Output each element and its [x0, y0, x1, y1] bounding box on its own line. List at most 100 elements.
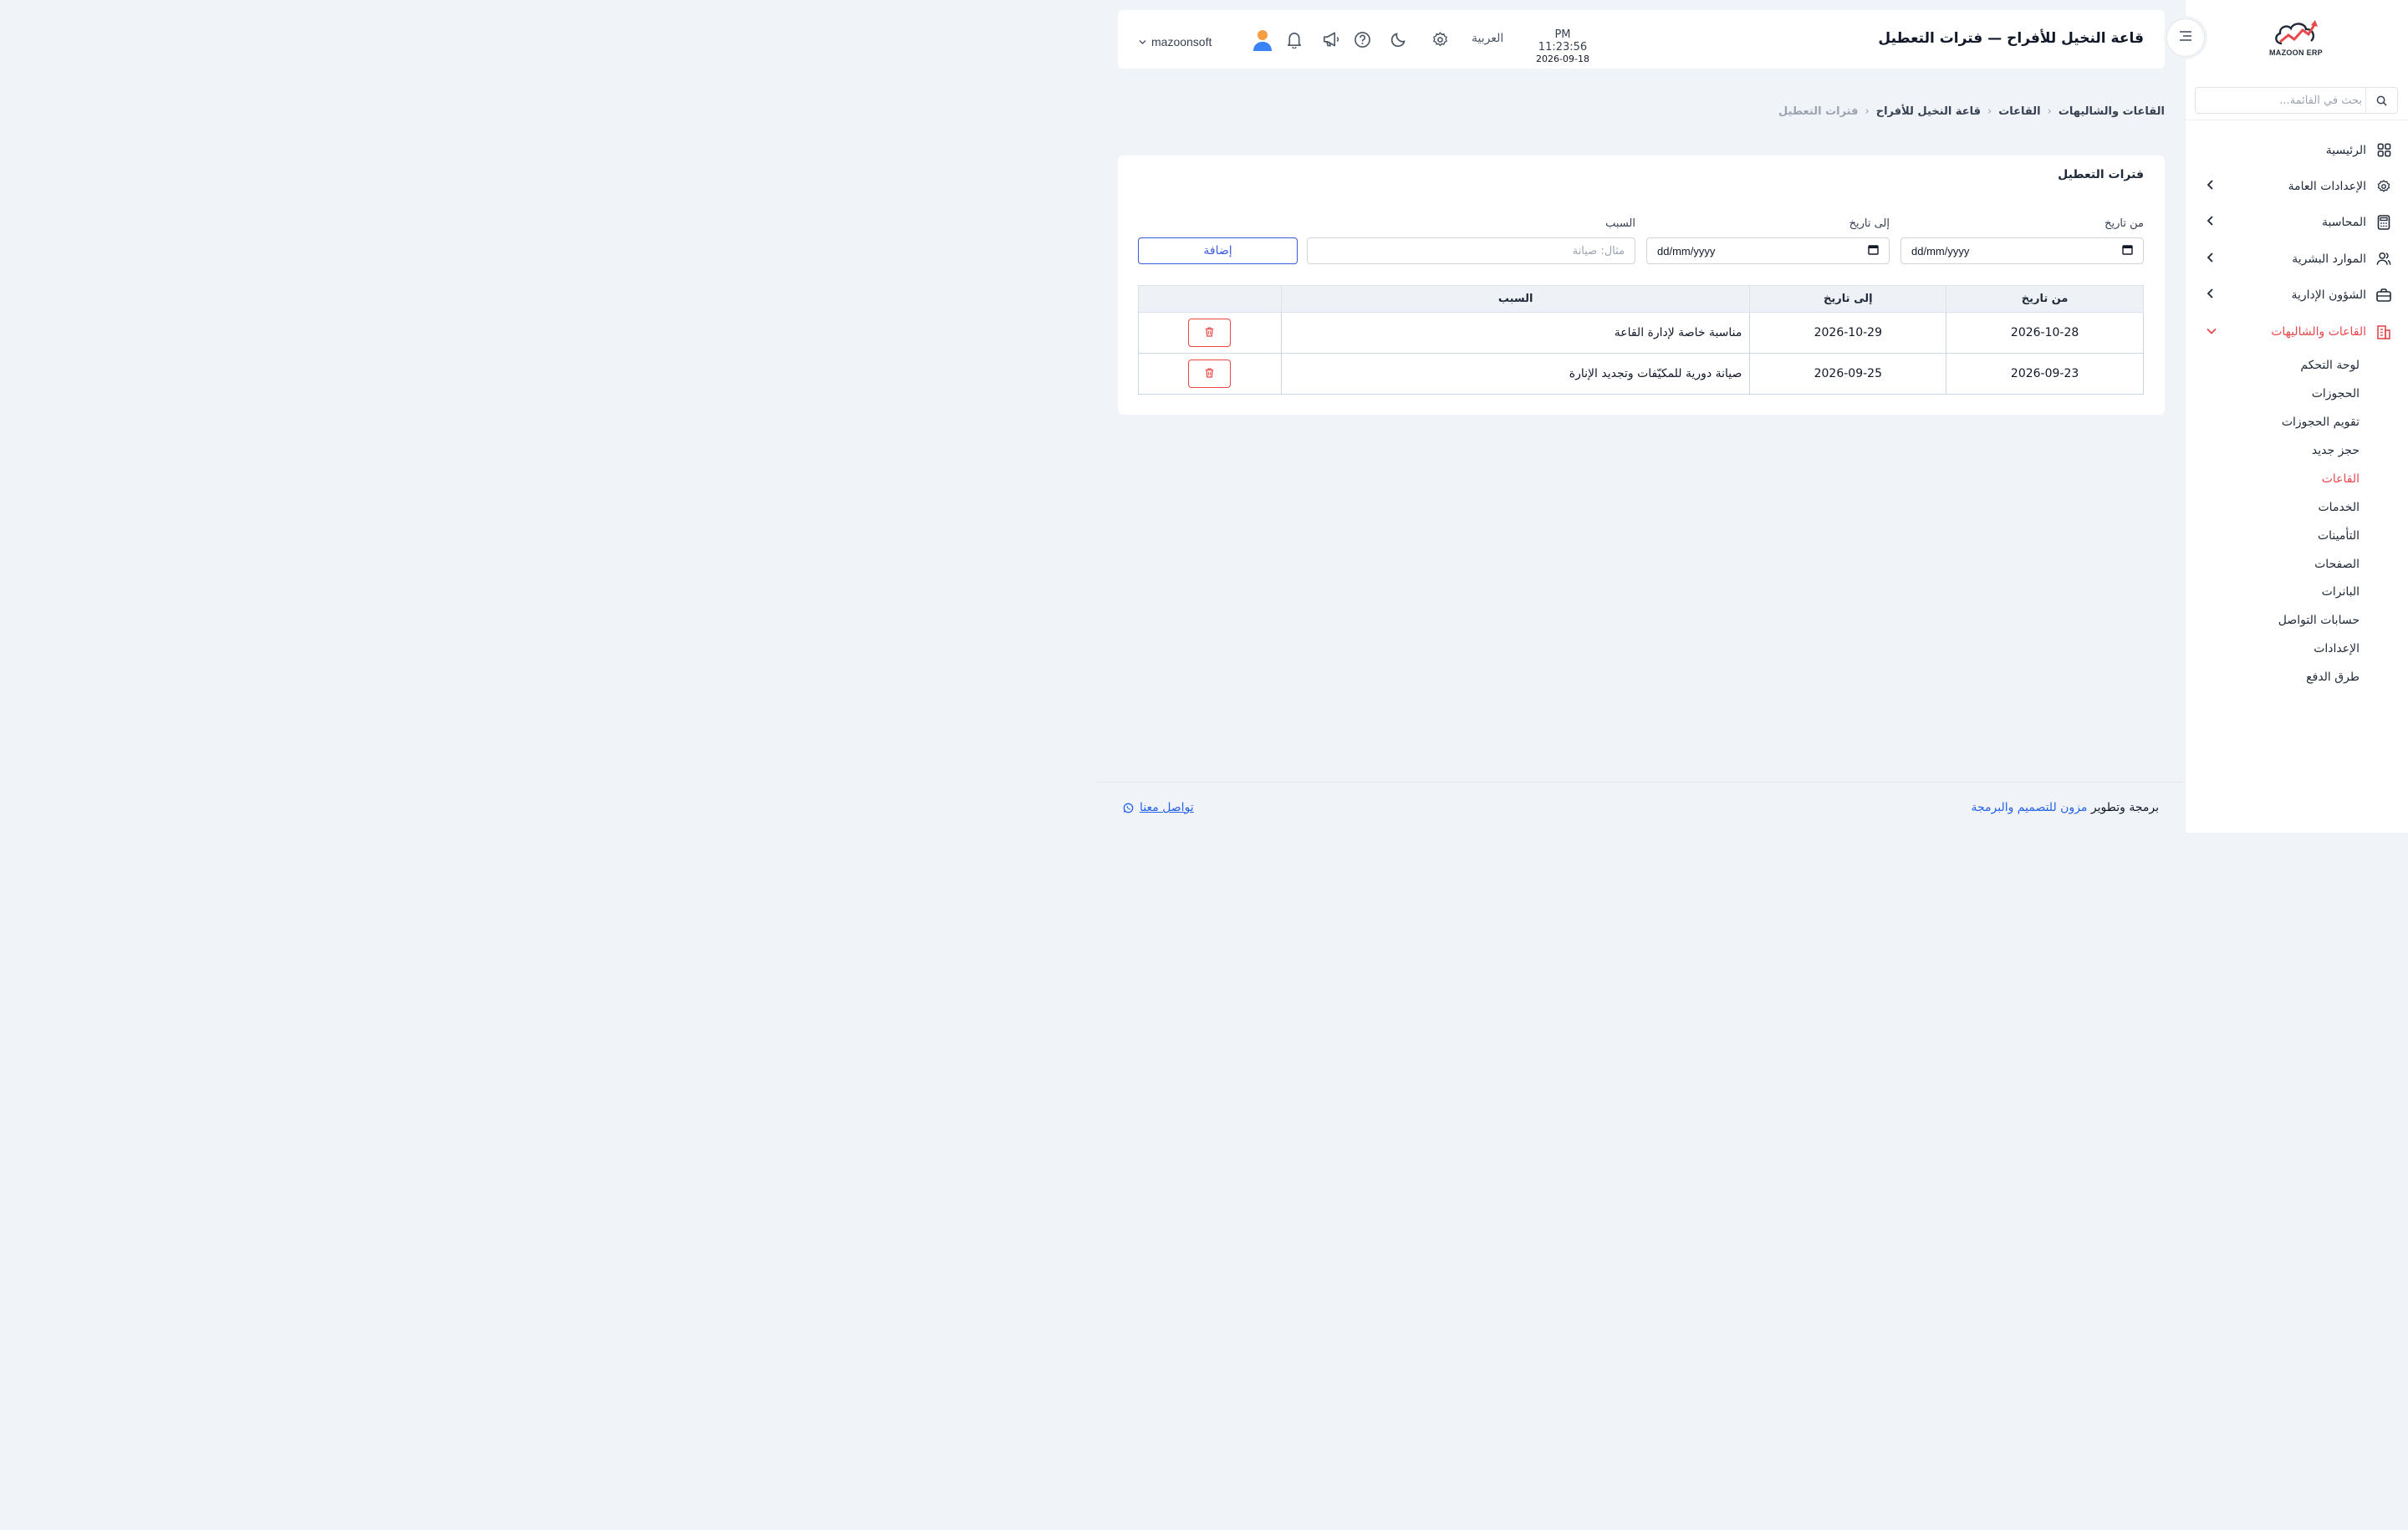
chevron-left-icon — [2206, 288, 2215, 302]
sidebar-item-hr[interactable]: الموارد البشرية — [2185, 241, 2408, 277]
clock-time: PM 11:23:56 — [1538, 28, 1588, 54]
sidebar-item-accounting[interactable]: المحاسبة — [2185, 205, 2408, 241]
table-row: 2026-10-28 2026-10-29 مناسبة خاصة لإدارة… — [1138, 312, 2144, 354]
megaphone-icon[interactable] — [1321, 30, 1339, 48]
reason-input[interactable] — [1308, 239, 1635, 263]
briefcase-icon — [2376, 288, 2391, 303]
bell-icon[interactable] — [1285, 30, 1303, 48]
table-header-row: من تاريخ إلى تاريخ السبب — [1138, 285, 2144, 313]
users-icon — [2376, 252, 2391, 267]
cell-from-date: 2026-09-23 — [1946, 353, 2144, 395]
gear-icon[interactable] — [1431, 30, 1449, 48]
search-icon[interactable] — [2365, 88, 2397, 113]
chevron-left-icon — [2206, 252, 2215, 266]
column-header-actions — [1138, 285, 1282, 313]
language-switcher[interactable]: العربية — [1472, 32, 1503, 45]
breadcrumb-item[interactable]: القاعات والشاليهات — [2059, 105, 2165, 118]
sidebar: MAZOON ERP الرئيسية الإعدادات العامة الم… — [2185, 0, 2408, 833]
chevron-down-icon — [1139, 36, 1146, 48]
sidebar-item-label: الشؤون الإدارية — [2291, 288, 2366, 303]
calculator-icon — [2376, 215, 2391, 231]
sidebar-search — [2195, 87, 2398, 114]
sidebar-item-admin-affairs[interactable]: الشؤون الإدارية — [2185, 278, 2408, 314]
reason-field — [1307, 237, 1635, 264]
reason-label: السبب — [1605, 217, 1635, 230]
logo-text: MAZOON ERP — [2268, 48, 2323, 57]
building-icon — [2376, 324, 2391, 339]
sidebar-subitem-bookings-calendar[interactable]: تقويم الحجوزات — [2185, 408, 2408, 436]
blackout-periods-card: فترات التعطيل من تاريخ dd/mm/yyyy إلى تا… — [1118, 156, 2165, 415]
from-date-value: dd/mm/yyyy — [1911, 244, 1970, 258]
sidebar-submenu: لوحة التحكم الحجوزات تقويم الحجوزات حجز … — [2185, 349, 2408, 691]
gear-icon — [2376, 179, 2391, 194]
sidebar-subitem-new-booking[interactable]: حجز جديد — [2185, 436, 2408, 465]
from-date-input[interactable]: dd/mm/yyyy — [1900, 237, 2144, 264]
user-menu[interactable]: mazoonsoft — [1139, 28, 1273, 55]
sidebar-nav: الرئيسية الإعدادات العامة المحاسبة الموا… — [2185, 132, 2408, 691]
delete-button[interactable] — [1188, 319, 1232, 347]
menu-icon — [2178, 29, 2193, 46]
add-button[interactable]: إضافة — [1138, 237, 1298, 264]
contact-us-label: تواصل معنا — [1140, 801, 1194, 814]
username: mazoonsoft — [1151, 35, 1212, 48]
breadcrumb-item[interactable]: القاعات — [1998, 105, 2040, 118]
breadcrumb-item[interactable]: قاعة النخيل للأفراح — [1876, 105, 1981, 118]
chevron-left-icon — [2206, 216, 2215, 229]
table-row: 2026-09-23 2026-09-25 صيانة دورية للمكيّ… — [1138, 353, 2144, 395]
cell-reason: صيانة دورية للمكيّفات وتجديد الإنارة — [1280, 353, 1751, 395]
sidebar-toggle-button[interactable] — [2166, 18, 2205, 57]
cell-to-date: 2026-10-29 — [1749, 312, 1947, 354]
sidebar-subitem-services[interactable]: الخدمات — [2185, 493, 2408, 522]
to-date-input[interactable]: dd/mm/yyyy — [1646, 237, 1890, 264]
blackout-periods-table: من تاريخ إلى تاريخ السبب 2026-10-28 2026… — [1138, 285, 2144, 395]
sidebar-subitem-banners[interactable]: البانرات — [2185, 578, 2408, 606]
sidebar-subitem-settings[interactable]: الإعدادات — [2185, 635, 2408, 663]
moon-icon[interactable] — [1390, 30, 1408, 48]
sidebar-item-label: المحاسبة — [2321, 216, 2366, 230]
to-date-value: dd/mm/yyyy — [1657, 244, 1716, 258]
credit-prefix: برمجة وتطوير — [2090, 801, 2159, 814]
sidebar-item-label: القاعات والشاليهات — [2271, 324, 2366, 339]
calendar-icon[interactable] — [1868, 244, 1879, 258]
chevron-left-icon: ‹ — [2047, 105, 2052, 118]
chevron-left-icon — [2206, 180, 2215, 193]
footer-credit: برمجة وتطوير مزون للتصميم والبرمجة — [1971, 801, 2159, 814]
sidebar-subitem-deposits[interactable]: التأمينات — [2185, 522, 2408, 550]
card-title: فترات التعطيل — [2058, 168, 2144, 181]
credit-link[interactable]: مزون للتصميم والبرمجة — [1971, 801, 2087, 814]
grid-icon — [2376, 143, 2391, 158]
sidebar-item-home[interactable]: الرئيسية — [2185, 132, 2408, 168]
sidebar-subitem-social-accounts[interactable]: حسابات التواصل — [2185, 606, 2408, 635]
sidebar-subitem-pages[interactable]: الصفحات — [2185, 550, 2408, 579]
chevron-down-icon — [2206, 325, 2217, 338]
cell-actions — [1138, 353, 1282, 395]
calendar-icon[interactable] — [2122, 244, 2133, 258]
sidebar-search-input[interactable] — [2198, 89, 2365, 112]
cell-reason: مناسبة خاصة لإدارة القاعة — [1280, 312, 1751, 354]
cell-to-date: 2026-09-25 — [1749, 353, 1947, 395]
breadcrumb: القاعات والشاليهات ‹ القاعات ‹ قاعة النخ… — [1778, 105, 2165, 118]
sidebar-item-label: الموارد البشرية — [2292, 252, 2366, 266]
sidebar-item-general-settings[interactable]: الإعدادات العامة — [2185, 168, 2408, 204]
column-header-to: إلى تاريخ — [1749, 285, 1947, 313]
to-date-label: إلى تاريخ — [1849, 217, 1890, 230]
sidebar-item-label: الرئيسية — [2325, 143, 2366, 157]
sidebar-item-halls-chalets[interactable]: القاعات والشاليهات — [2185, 314, 2408, 349]
column-header-reason: السبب — [1280, 285, 1751, 313]
delete-button[interactable] — [1188, 360, 1232, 388]
whatsapp-icon — [1123, 803, 1134, 813]
brand-logo[interactable]: MAZOON ERP — [2264, 18, 2328, 62]
trash-icon — [1205, 367, 1214, 380]
trash-icon — [1205, 326, 1214, 339]
from-date-label: من تاريخ — [2104, 217, 2144, 230]
contact-us-link[interactable]: تواصل معنا — [1123, 801, 1194, 814]
breadcrumb-current: فترات التعطيل — [1778, 105, 1859, 118]
sidebar-subitem-halls[interactable]: القاعات — [2185, 465, 2408, 493]
sidebar-subitem-dashboard[interactable]: لوحة التحكم — [2185, 351, 2408, 380]
footer: برمجة وتطوير مزون للتصميم والبرمجة تواصل… — [1097, 782, 2184, 833]
help-icon[interactable] — [1353, 30, 1371, 48]
column-header-from: من تاريخ — [1946, 285, 2144, 313]
sidebar-subitem-bookings[interactable]: الحجوزات — [2185, 380, 2408, 408]
sidebar-subitem-payment-methods[interactable]: طرق الدفع — [2185, 663, 2408, 691]
clock-date: 2026-09-18 — [1536, 54, 1589, 64]
